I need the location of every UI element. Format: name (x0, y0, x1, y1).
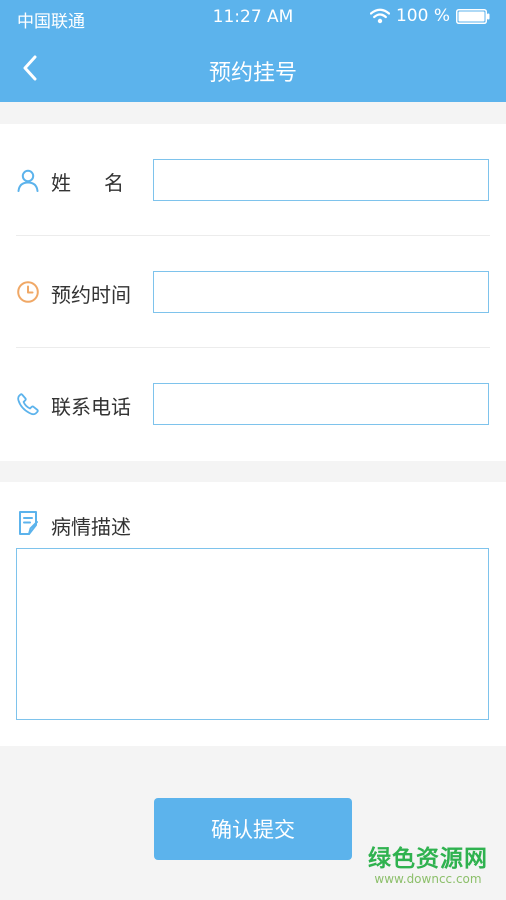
phone-icon (17, 393, 39, 416)
phone-row: 联系电话 (0, 348, 506, 460)
watermark: 绿色资源网 www.downcc.com (368, 846, 488, 886)
description-label: 病情描述 (51, 515, 131, 539)
time-row: 预约时间 (0, 236, 506, 348)
name-row: 姓名 (0, 124, 506, 236)
status-bar: 中国联通 11:27 AM 100 % (0, 0, 506, 36)
app-header: 中国联通 11:27 AM 100 % 预约挂号 (0, 0, 506, 102)
name-label: 姓名 (51, 171, 157, 195)
watermark-name: 绿色资源网 (368, 846, 488, 872)
phone-input[interactable] (153, 383, 489, 425)
name-input[interactable] (153, 159, 489, 201)
user-icon (17, 169, 39, 192)
description-textarea[interactable] (16, 548, 489, 720)
status-indicators: 100 % (369, 6, 490, 26)
submit-button[interactable]: 确认提交 (154, 798, 352, 860)
document-edit-icon (19, 511, 38, 535)
time-input[interactable] (153, 271, 489, 313)
time-label: 预约时间 (51, 283, 131, 307)
page-title: 预约挂号 (208, 61, 297, 86)
phone-label: 联系电话 (51, 395, 131, 419)
appointment-form: 姓名 预约时间 联系电话 (0, 124, 506, 461)
wifi-icon (369, 8, 390, 24)
clock-icon (17, 281, 39, 303)
watermark-url: www.downcc.com (374, 872, 482, 886)
description-section: 病情描述 (0, 482, 506, 746)
battery-icon (456, 8, 490, 24)
nav-bar: 预约挂号 (0, 36, 506, 102)
battery-percent: 100 % (395, 6, 450, 26)
